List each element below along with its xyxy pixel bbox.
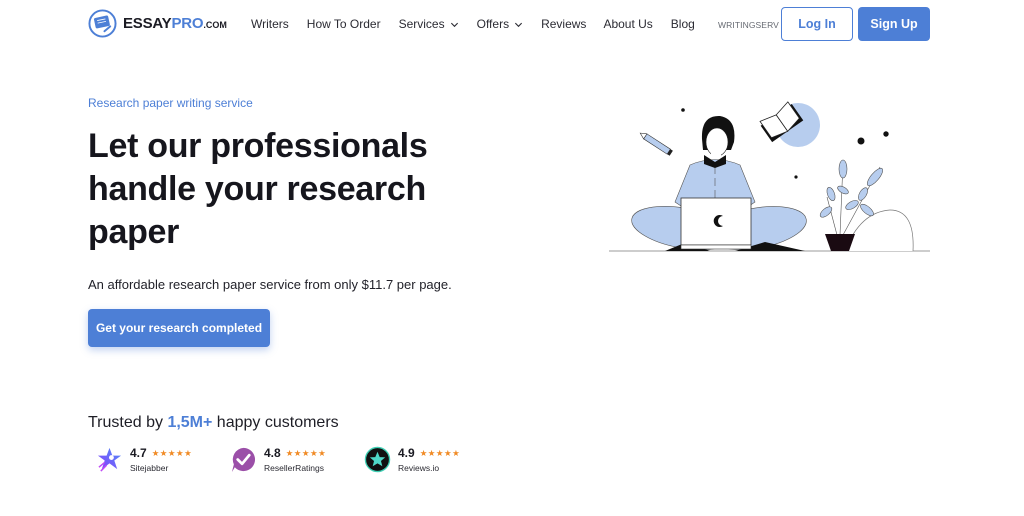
pencil-icon (639, 132, 673, 156)
rating-score: 4.9 (398, 446, 415, 460)
main-nav: Writers How To Order Services Offers Rev… (251, 17, 695, 31)
logo-text: ESSAYPRO.COM (123, 15, 227, 32)
reviewsio-star-icon (364, 446, 391, 473)
rating-source: Sitejabber (130, 463, 169, 473)
rating-sitejabber[interactable]: 4.7 ★★★★★ Sitejabber (96, 446, 230, 473)
nav-label: Reviews (541, 17, 587, 31)
nav-label: About Us (603, 17, 653, 31)
get-research-completed-button[interactable]: Get your research completed (88, 309, 270, 347)
decor-dot (883, 131, 889, 137)
partner-label: WRITINGSERV (718, 20, 779, 30)
chevron-down-icon (450, 22, 458, 27)
decor-dot (794, 175, 798, 179)
nav-item-writers[interactable]: Writers (251, 17, 289, 31)
decor-dot (857, 137, 865, 145)
trusted-by-text: Trusted by 1,5M+ happy customers (88, 414, 339, 431)
rating-resellerratings[interactable]: 4.8 ★★★★★ ResellerRatings (230, 446, 364, 473)
customer-count: 1,5M+ (167, 414, 213, 431)
nav-item-blog[interactable]: Blog (671, 17, 695, 31)
hero-eyebrow: Research paper writing service (88, 96, 253, 110)
hero-illustration (609, 101, 930, 252)
rating-source: ResellerRatings (264, 463, 324, 473)
hero-headline: Let our professionals handle your resear… (88, 127, 428, 251)
nav-item-services[interactable]: Services (399, 17, 459, 31)
rating-score: 4.7 (130, 446, 147, 460)
star-rating-icon: ★★★★★ (151, 447, 193, 458)
decor-dot (681, 108, 685, 112)
rating-reviewsio[interactable]: 4.9 ★★★★★ Reviews.io (364, 446, 498, 473)
logo-icon (88, 9, 117, 38)
nav-label: Offers (476, 17, 510, 31)
signup-button[interactable]: Sign Up (858, 7, 930, 41)
nav-label: Blog (670, 17, 695, 31)
face (705, 127, 729, 157)
site-header: ESSAYPRO.COM Writers How To Order Servic… (0, 0, 1024, 48)
nav-label: How To Order (306, 17, 381, 31)
nav-item-about-us[interactable]: About Us (603, 17, 652, 31)
star-rating-icon: ★★★★★ (419, 447, 461, 458)
nav-item-how-to-order[interactable]: How To Order (307, 17, 381, 31)
rating-source: Reviews.io (398, 463, 440, 473)
essaypro-logo[interactable]: ESSAYPRO.COM (88, 9, 227, 38)
rating-score: 4.8 (264, 446, 281, 460)
bush (844, 209, 914, 252)
login-button[interactable]: Log In (781, 7, 853, 41)
chevron-down-icon (515, 22, 523, 27)
hero-subtext: An affordable research paper service fro… (88, 277, 452, 292)
ratings-list: 4.7 ★★★★★ Sitejabber 4.8 ★★★★★ ResellerR… (96, 446, 498, 473)
nav-item-offers[interactable]: Offers (477, 17, 523, 31)
nav-label: Writers (251, 17, 289, 31)
star-rating-icon: ★★★★★ (285, 447, 327, 458)
nav-label: Services (398, 17, 445, 31)
resellerratings-check-icon (231, 447, 256, 473)
nav-item-reviews[interactable]: Reviews (541, 17, 586, 31)
sitejabber-rocket-icon (97, 447, 122, 472)
